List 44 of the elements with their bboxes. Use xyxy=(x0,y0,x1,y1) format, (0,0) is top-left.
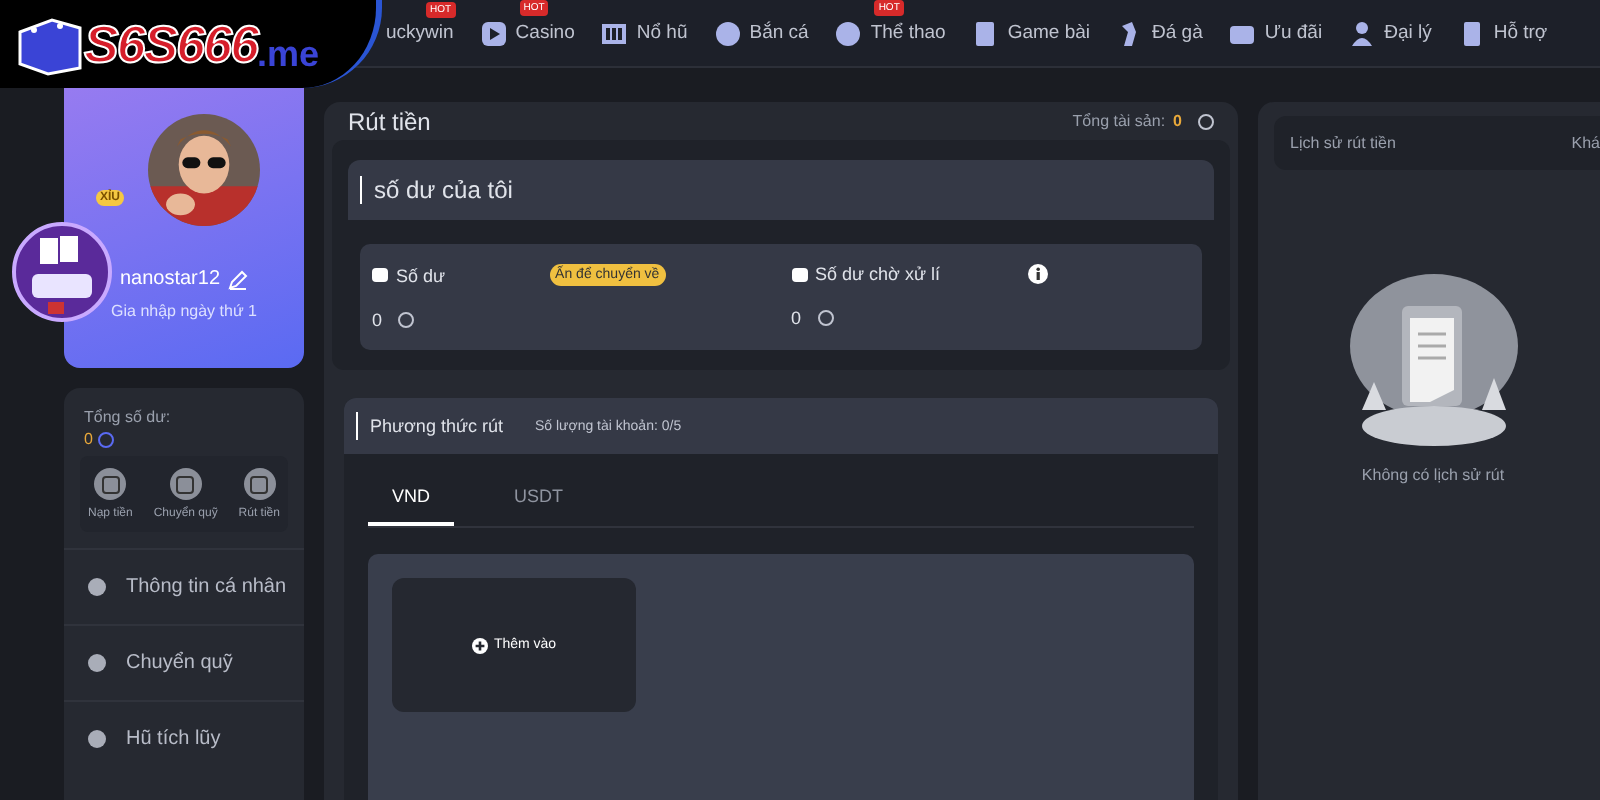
column-header: Khá xyxy=(1571,134,1600,152)
logo-text: S6S666 xyxy=(84,13,258,75)
section-title: số dư của tôi xyxy=(374,176,513,204)
nav-item[interactable]: Thể thao xyxy=(834,19,946,47)
nav-item[interactable]: Đại lý xyxy=(1348,19,1432,47)
pencil-icon[interactable] xyxy=(228,269,249,289)
nav-item[interactable]: Casino xyxy=(479,19,575,47)
username: nanostar12 xyxy=(119,268,221,290)
currency-tab[interactable]: USDT xyxy=(490,474,588,526)
nav-item[interactable]: Đá gà xyxy=(1116,19,1203,47)
refresh-icon[interactable] xyxy=(1198,113,1214,129)
menu-item[interactable]: Chuyển quỹ xyxy=(64,624,304,700)
total-balance-value: 0 xyxy=(84,430,93,448)
pending-balance-label: Số dư chờ xử lí xyxy=(815,264,940,284)
currency-tab[interactable]: VND xyxy=(368,474,455,526)
refresh-icon[interactable] xyxy=(398,312,415,328)
nav-item[interactable]: Ưu đãi xyxy=(1228,19,1323,47)
nav-item[interactable]: Nổ hũ xyxy=(600,19,688,47)
total-assets-value: 0 xyxy=(1173,112,1182,130)
pending-balance-value: 0 xyxy=(791,308,802,328)
nav-item[interactable]: uckywin xyxy=(386,22,454,44)
balance-label: Số dư xyxy=(396,265,446,285)
menu-item[interactable]: Hũ tích lũy xyxy=(64,700,304,776)
total-balance-label: Tổng số dư: xyxy=(84,408,173,426)
history-title: Lịch sử rút tiền xyxy=(1290,134,1396,152)
total-assets-label: Tổng tài sản: xyxy=(1072,112,1166,130)
nav-item[interactable]: Hỗ trợ xyxy=(1457,19,1548,47)
card-icon xyxy=(971,19,1000,47)
info-icon[interactable] xyxy=(1027,264,1048,284)
balance-value: 0 xyxy=(372,310,383,330)
dice-icon xyxy=(16,15,84,75)
empty-message: Không có lịch sử rút xyxy=(1361,466,1505,484)
menu-item[interactable]: Thông tin cá nhân xyxy=(64,548,304,624)
play-icon xyxy=(479,19,508,47)
nav-item[interactable]: Bắn cá xyxy=(713,19,809,47)
page-title: Rút tiền xyxy=(348,107,431,135)
refresh-icon[interactable] xyxy=(817,310,834,326)
logo-suffix: .me xyxy=(257,33,320,75)
plus-icon xyxy=(471,637,488,653)
nav-item[interactable]: Game bài xyxy=(971,19,1090,47)
join-date: Gia nhập ngày thứ 1 xyxy=(111,302,257,320)
slot-icon xyxy=(600,19,629,47)
section-title: Phương thức rút xyxy=(370,416,503,436)
person-icon xyxy=(1348,19,1377,47)
